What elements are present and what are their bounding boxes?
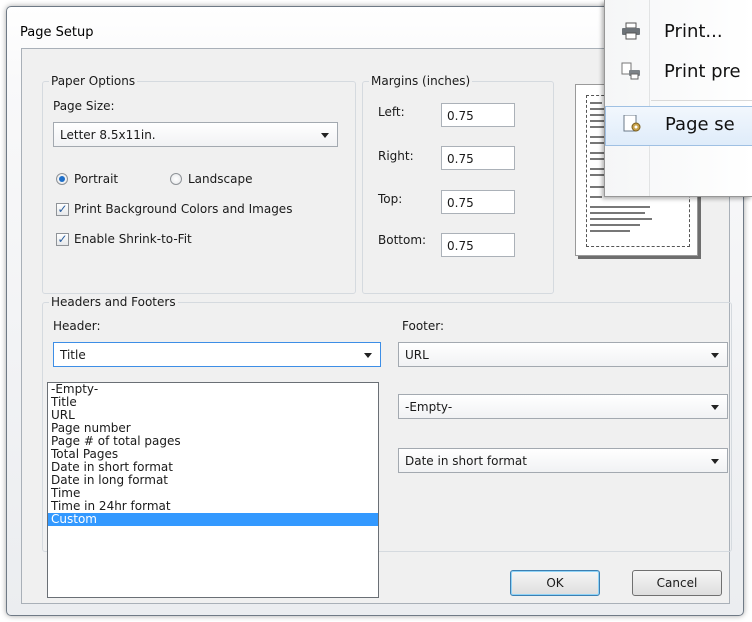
ok-button[interactable]: OK <box>510 570 600 596</box>
shrink-to-fit-label: Enable Shrink-to-Fit <box>74 232 192 246</box>
cancel-button[interactable]: Cancel <box>632 570 722 596</box>
right-margin-input[interactable]: 0.75 <box>441 146 515 170</box>
bottom-margin-input[interactable]: 0.75 <box>441 233 515 257</box>
left-margin-input[interactable]: 0.75 <box>441 103 515 127</box>
portrait-label: Portrait <box>74 172 119 186</box>
footer-select-1-value: URL <box>405 348 429 362</box>
preview-text-line <box>590 174 605 176</box>
footer-select-2[interactable]: -Empty- <box>398 394 728 419</box>
print-preview-icon <box>621 62 640 80</box>
page-setup-icon <box>623 115 641 132</box>
chevron-down-icon <box>711 405 719 410</box>
headers-footers-legend: Headers and Footers <box>51 295 176 309</box>
preview-text-line <box>590 218 652 220</box>
menu-item-print[interactable]: Print... <box>605 14 752 50</box>
print-background-label: Print Background Colors and Images <box>74 202 293 216</box>
dropdown-option-highlighted[interactable]: Custom <box>48 513 378 526</box>
landscape-radio[interactable] <box>170 173 182 185</box>
page-size-label: Page Size: <box>53 99 115 113</box>
footer-label: Footer: <box>402 319 445 333</box>
preview-text-line <box>590 212 645 214</box>
chevron-down-icon <box>711 459 719 464</box>
menu-separator <box>651 100 752 101</box>
dropdown-option[interactable]: Date in long format <box>48 474 378 487</box>
footer-select-2-value: -Empty- <box>405 400 453 414</box>
margins-legend: Margins (inches) <box>371 74 471 88</box>
paper-options-legend: Paper Options <box>51 74 136 88</box>
dialog-title: Page Setup <box>20 25 94 40</box>
preview-text-line <box>590 230 630 232</box>
preview-text-line <box>590 196 602 198</box>
top-margin-label: Top: <box>378 192 403 206</box>
preview-text-line <box>590 136 604 138</box>
menu-item-print-preview-label: Print pre <box>664 61 741 82</box>
printer-icon <box>622 22 640 40</box>
header-label: Header: <box>53 319 101 333</box>
print-background-checkbox[interactable]: ✓ <box>56 203 69 216</box>
footer-select-3[interactable]: Date in short format <box>398 448 728 473</box>
chevron-down-icon <box>321 133 329 138</box>
preview-text-line <box>590 224 640 226</box>
browser-context-menu: Print... Print pre Page se <box>604 0 752 197</box>
right-margin-label: Right: <box>378 149 414 163</box>
footer-select-1[interactable]: URL <box>398 342 728 367</box>
menu-item-page-setup[interactable]: Page se <box>605 106 752 146</box>
radio-selected-dot <box>59 176 65 182</box>
shrink-to-fit-checkbox[interactable]: ✓ <box>56 233 69 246</box>
bottom-margin-value: 0.75 <box>447 239 474 253</box>
page-size-select[interactable]: Letter 8.5x11in. <box>53 122 338 147</box>
header-select-value: Title <box>60 348 86 362</box>
menu-item-page-setup-label: Page se <box>665 114 735 135</box>
top-margin-input[interactable]: 0.75 <box>441 190 515 214</box>
dropdown-option[interactable]: Time in 24hr format <box>48 500 378 513</box>
left-margin-label: Left: <box>378 105 405 119</box>
portrait-radio[interactable] <box>56 173 68 185</box>
dropdown-option[interactable]: Title <box>48 396 378 409</box>
menu-item-print-preview[interactable]: Print pre <box>605 54 752 90</box>
page-size-value: Letter 8.5x11in. <box>60 128 156 142</box>
preview-text-line <box>590 102 602 104</box>
header-dropdown-list: -Empty- Title URL Page number Page # of … <box>47 382 379 598</box>
footer-select-3-value: Date in short format <box>405 454 527 468</box>
preview-text-line <box>590 206 650 208</box>
bottom-margin-label: Bottom: <box>378 233 427 247</box>
top-margin-value: 0.75 <box>447 196 474 210</box>
header-select[interactable]: Title <box>53 342 381 367</box>
chevron-down-icon <box>711 353 719 358</box>
dropdown-option[interactable]: -Empty- <box>48 383 378 396</box>
left-margin-value: 0.75 <box>447 109 474 123</box>
menu-item-print-label: Print... <box>664 21 723 42</box>
landscape-label: Landscape <box>188 172 253 186</box>
right-margin-value: 0.75 <box>447 152 474 166</box>
chevron-down-icon <box>364 353 372 358</box>
